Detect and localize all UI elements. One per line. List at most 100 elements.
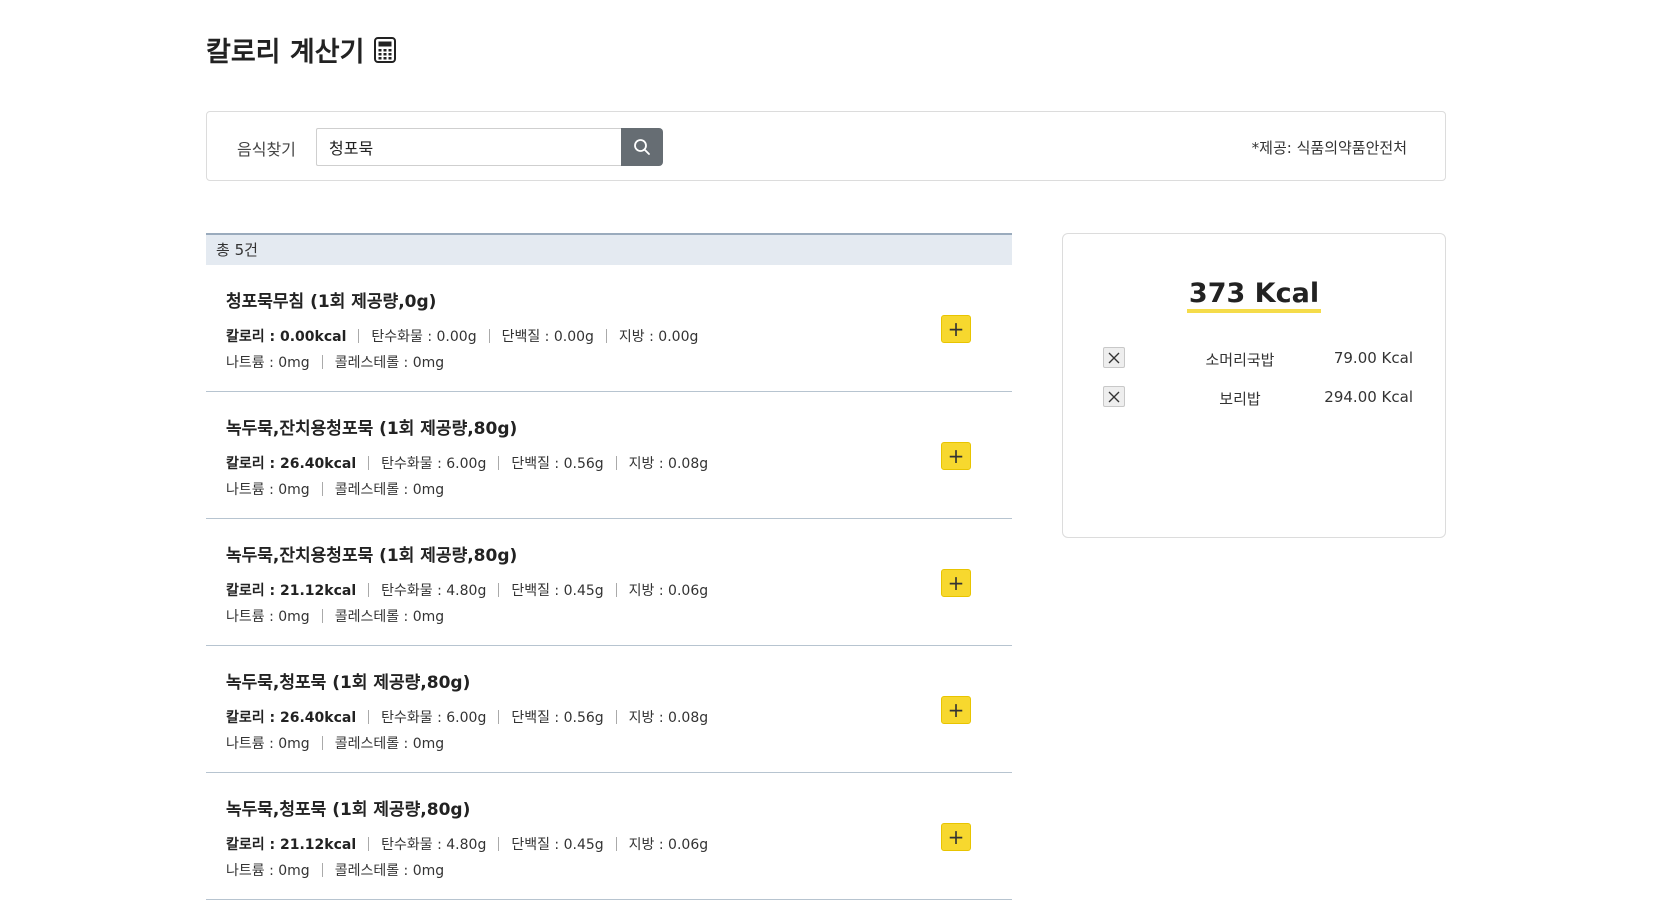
divider <box>615 710 617 724</box>
divider <box>321 863 323 877</box>
divider <box>488 329 490 343</box>
nutrition-row-extra: 나트륨 : 0mg 콜레스테롤 : 0mg <box>226 606 444 626</box>
protein-value: 단백질 : 0.00g <box>501 329 594 345</box>
food-search-input[interactable] <box>316 128 621 166</box>
cholesterol-value: 콜레스테롤 : 0mg <box>334 355 445 371</box>
carbs-value: 탄수화물 : 4.80g <box>381 583 487 599</box>
page-title: 칼로리 계산기 <box>206 30 397 69</box>
fat-value: 지방 : 0.00g <box>618 329 699 345</box>
nutrition-row-extra: 나트륨 : 0mg 콜레스테롤 : 0mg <box>226 479 444 499</box>
nutrition-row-extra: 나트륨 : 0mg 콜레스테롤 : 0mg <box>226 733 444 753</box>
data-provider-note: *제공: 식품의약품안전처 <box>1251 139 1407 157</box>
search-icon <box>634 139 650 155</box>
plus-icon: + <box>947 444 965 468</box>
cholesterol-value: 콜레스테롤 : 0mg <box>334 863 445 879</box>
divider <box>321 609 323 623</box>
calorie-value: 칼로리 : 0.00kcal <box>226 329 347 345</box>
food-item: 녹두묵,청포묵 (1회 제공량,80g) 칼로리 : 26.40kcal 탄수화… <box>206 646 1012 773</box>
divider <box>615 837 617 851</box>
divider <box>498 583 500 597</box>
search-label: 음식찾기 <box>237 140 296 159</box>
fat-value: 지방 : 0.06g <box>628 583 709 599</box>
protein-value: 단백질 : 0.56g <box>511 456 604 472</box>
food-name: 청포묵무침 (1회 제공량,0g) <box>226 292 437 312</box>
add-food-button[interactable]: + <box>941 442 971 470</box>
calculator-icon <box>374 36 397 63</box>
search-button[interactable] <box>621 128 663 166</box>
divider <box>368 837 370 851</box>
carbs-value: 탄수화물 : 6.00g <box>381 456 487 472</box>
sodium-value: 나트륨 : 0mg <box>226 863 310 879</box>
add-food-button[interactable]: + <box>941 315 971 343</box>
cholesterol-value: 콜레스테롤 : 0mg <box>334 482 445 498</box>
divider <box>321 736 323 750</box>
sodium-value: 나트륨 : 0mg <box>226 482 310 498</box>
nutrition-row-extra: 나트륨 : 0mg 콜레스테롤 : 0mg <box>226 352 444 372</box>
close-icon <box>1108 352 1120 363</box>
page-title-text: 칼로리 계산기 <box>206 37 365 68</box>
calorie-value: 칼로리 : 26.40kcal <box>226 710 357 726</box>
carbs-value: 탄수화물 : 0.00g <box>371 329 477 345</box>
search-panel: 음식찾기 *제공: 식품의약품안전처 <box>206 111 1446 181</box>
divider <box>368 456 370 470</box>
divider <box>498 456 500 470</box>
selected-food-row: 보리밥 294.00 Kcal <box>1103 386 1413 408</box>
food-name: 녹두묵,잔치용청포묵 (1회 제공량,80g) <box>226 546 518 566</box>
food-name: 녹두묵,잔치용청포묵 (1회 제공량,80g) <box>226 419 518 439</box>
selected-food-kcal: 79.00 Kcal <box>1333 349 1413 367</box>
food-name: 녹두묵,청포묵 (1회 제공량,80g) <box>226 800 471 820</box>
food-item: 녹두묵,잔치용청포묵 (1회 제공량,80g) 칼로리 : 26.40kcal … <box>206 392 1012 519</box>
remove-food-button[interactable] <box>1103 347 1125 368</box>
food-name: 녹두묵,청포묵 (1회 제공량,80g) <box>226 673 471 693</box>
divider <box>321 355 323 369</box>
food-item: 녹두묵,잔치용청포묵 (1회 제공량,80g) 칼로리 : 21.12kcal … <box>206 519 1012 646</box>
nutrition-row-main: 칼로리 : 26.40kcal 탄수화물 : 6.00g 단백질 : 0.56g… <box>226 453 708 473</box>
sodium-value: 나트륨 : 0mg <box>226 736 310 752</box>
sodium-value: 나트륨 : 0mg <box>226 355 310 371</box>
divider <box>321 482 323 496</box>
food-item: 녹두묵,청포묵 (1회 제공량,80g) 칼로리 : 21.12kcal 탄수화… <box>206 773 1012 900</box>
remove-food-button[interactable] <box>1103 386 1125 407</box>
nutrition-row-main: 칼로리 : 21.12kcal 탄수화물 : 4.80g 단백질 : 0.45g… <box>226 580 708 600</box>
protein-value: 단백질 : 0.56g <box>511 710 604 726</box>
fat-value: 지방 : 0.08g <box>628 710 709 726</box>
cholesterol-value: 콜레스테롤 : 0mg <box>334 736 445 752</box>
calorie-value: 칼로리 : 21.12kcal <box>226 583 357 599</box>
food-items: 청포묵무침 (1회 제공량,0g) 칼로리 : 0.00kcal 탄수화물 : … <box>206 265 1012 900</box>
nutrition-row-extra: 나트륨 : 0mg 콜레스테롤 : 0mg <box>226 860 444 880</box>
divider <box>605 329 607 343</box>
protein-value: 단백질 : 0.45g <box>511 583 604 599</box>
cholesterol-value: 콜레스테롤 : 0mg <box>334 609 445 625</box>
nutrition-row-main: 칼로리 : 26.40kcal 탄수화물 : 6.00g 단백질 : 0.56g… <box>226 707 708 727</box>
divider <box>368 583 370 597</box>
calorie-summary-panel: 373 Kcal 소머리국밥 79.00 Kcal 보리밥 294.00 Kca… <box>1062 233 1446 538</box>
divider <box>615 456 617 470</box>
carbs-value: 탄수화물 : 6.00g <box>381 710 487 726</box>
divider <box>358 329 360 343</box>
selected-food-name: 보리밥 <box>1219 390 1261 408</box>
add-food-button[interactable]: + <box>941 569 971 597</box>
add-food-button[interactable]: + <box>941 696 971 724</box>
add-food-button[interactable]: + <box>941 823 971 851</box>
fat-value: 지방 : 0.06g <box>628 837 709 853</box>
divider <box>615 583 617 597</box>
food-result-list: 총 5건 청포묵무침 (1회 제공량,0g) 칼로리 : 0.00kcal 탄수… <box>206 233 1012 900</box>
plus-icon: + <box>947 825 965 849</box>
divider <box>498 710 500 724</box>
plus-icon: + <box>947 317 965 341</box>
selected-food-row: 소머리국밥 79.00 Kcal <box>1103 347 1413 369</box>
fat-value: 지방 : 0.08g <box>628 456 709 472</box>
protein-value: 단백질 : 0.45g <box>511 837 604 853</box>
food-item: 청포묵무침 (1회 제공량,0g) 칼로리 : 0.00kcal 탄수화물 : … <box>206 265 1012 392</box>
selected-food-name: 소머리국밥 <box>1205 351 1275 369</box>
plus-icon: + <box>947 571 965 595</box>
result-count: 총 5건 <box>206 233 1012 265</box>
plus-icon: + <box>947 698 965 722</box>
total-calories-value: 373 Kcal <box>1186 278 1322 313</box>
sodium-value: 나트륨 : 0mg <box>226 609 310 625</box>
calorie-value: 칼로리 : 26.40kcal <box>226 456 357 472</box>
close-icon <box>1108 391 1120 402</box>
nutrition-row-main: 칼로리 : 0.00kcal 탄수화물 : 0.00g 단백질 : 0.00g … <box>226 326 698 346</box>
divider <box>368 710 370 724</box>
carbs-value: 탄수화물 : 4.80g <box>381 837 487 853</box>
